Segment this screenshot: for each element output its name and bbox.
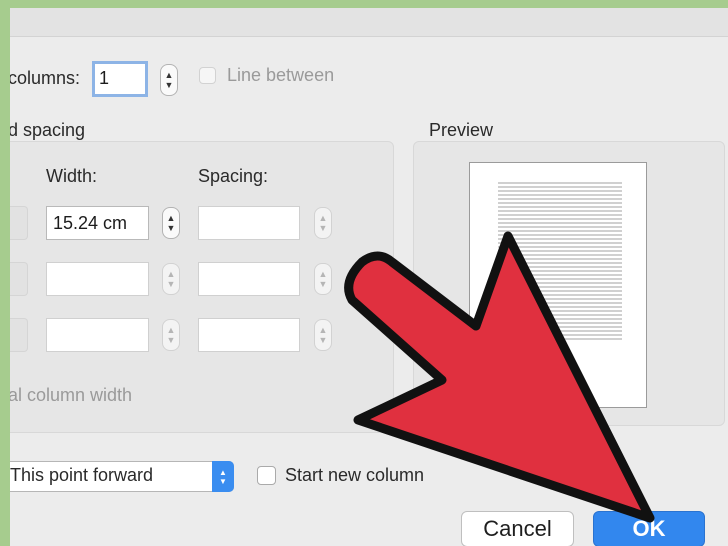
dialog-top-strip [10,8,728,37]
stepper-down-icon: ▼ [318,335,328,345]
width-field-row1[interactable]: 15.24 cm [46,206,149,240]
stepper-up-icon: ▲ [318,213,328,223]
number-of-columns-stepper[interactable]: ▲ ▼ [160,64,178,96]
line-between-label: Line between [227,65,335,85]
stepper-down-icon: ▼ [166,335,176,345]
width-stepper-row2[interactable]: ▲ ▼ [162,263,180,295]
preview-page [469,162,647,408]
apply-to-select[interactable]: This point forward ▲ ▼ [10,461,234,492]
stepper-down-icon: ▼ [164,80,174,90]
column-number-3 [10,318,28,352]
stepper-up-icon: ▲ [318,325,328,335]
width-stepper-row1[interactable]: ▲ ▼ [162,207,180,239]
preview-text-lines [498,182,622,340]
spacing-field-row2[interactable] [198,262,300,296]
width-field-row2[interactable] [46,262,149,296]
spacing-header: Spacing: [198,166,269,186]
number-of-columns-field[interactable]: 1 [92,61,148,97]
column-number-2 [10,262,28,296]
stepper-down-icon: ▼ [166,223,176,233]
stepper-up-icon: ▲ [166,213,176,223]
columns-dialog: columns: 1 ▲ ▼ Line between d spacing Wi… [10,8,728,546]
width-stepper-row3[interactable]: ▲ ▼ [162,319,180,351]
stepper-up-icon: ▲ [166,325,176,335]
spacing-field-row3[interactable] [198,318,300,352]
cancel-button[interactable]: Cancel [461,511,574,546]
apply-to-value: This point forward [10,465,154,485]
equal-column-width-label: al column width [10,385,133,405]
width-field-row3[interactable] [46,318,149,352]
spacing-stepper-row1[interactable]: ▲ ▼ [314,207,332,239]
line-between-checkbox[interactable] [199,67,216,84]
width-header: Width: [46,166,98,186]
stepper-up-icon: ▲ [166,269,176,279]
number-of-columns-label: columns: [10,68,81,88]
start-new-column-checkbox[interactable] [257,466,276,485]
spacing-stepper-row2[interactable]: ▲ ▼ [314,263,332,295]
start-new-column-label: Start new column [285,465,425,485]
select-arrows-icon: ▲ ▼ [212,461,234,492]
column-number-1 [10,206,28,240]
width-spacing-heading: d spacing [10,120,86,140]
spacing-stepper-row3[interactable]: ▲ ▼ [314,319,332,351]
stepper-up-icon: ▲ [164,70,174,80]
stepper-down-icon: ▼ [166,279,176,289]
stepper-down-icon: ▼ [318,223,328,233]
spacing-field-row1[interactable] [198,206,300,240]
ok-button[interactable]: OK [593,511,705,546]
stepper-down-icon: ▼ [318,279,328,289]
stepper-up-icon: ▲ [318,269,328,279]
preview-heading: Preview [429,120,494,140]
